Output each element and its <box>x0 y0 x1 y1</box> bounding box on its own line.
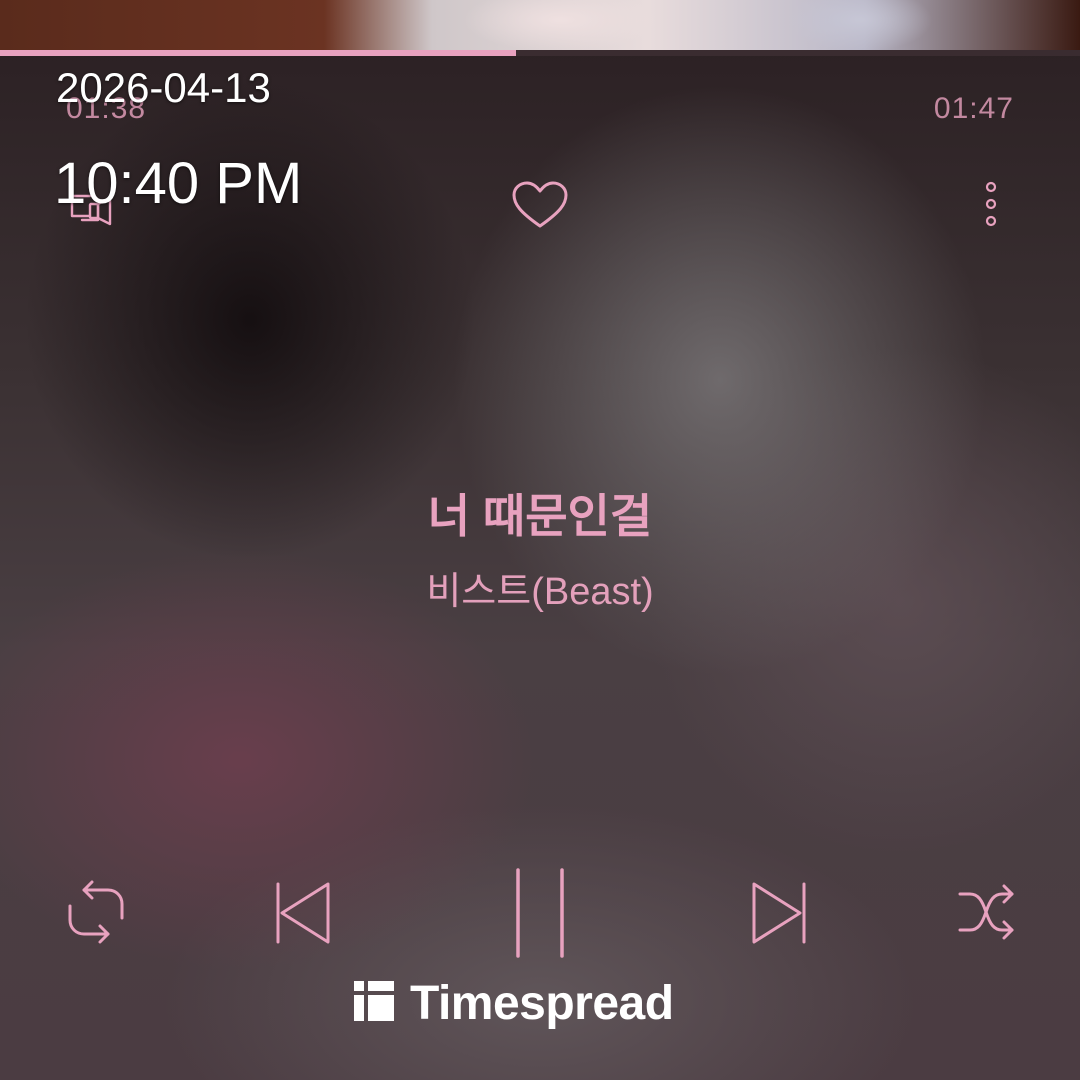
total-time: 01:47 <box>933 92 1014 125</box>
skip-next-icon[interactable] <box>746 880 810 951</box>
timespread-logo-icon <box>352 979 396 1028</box>
watermark: Timespread <box>352 976 674 1030</box>
shuffle-icon[interactable] <box>956 882 1018 947</box>
pause-icon[interactable] <box>510 866 570 965</box>
watermark-text: Timespread <box>410 976 674 1030</box>
music-player-screen: 01:38 01:47 2026-04-13 10:40 PM 너 때문인걸 비… <box>0 0 1080 1080</box>
overlay-date: 2026-04-13 <box>56 64 271 111</box>
artist-name: 비스트(Beast) <box>426 571 654 613</box>
progress-bar[interactable] <box>0 50 1080 56</box>
song-title: 너 때문인걸 <box>427 490 653 542</box>
overlay-time: 10:40 PM <box>54 151 303 216</box>
heart-icon[interactable] <box>510 180 570 232</box>
repeat-icon[interactable] <box>64 878 128 951</box>
skip-previous-icon[interactable] <box>272 880 336 951</box>
album-art <box>0 0 1080 50</box>
more-vertical-icon[interactable] <box>980 180 1002 230</box>
progress-fill <box>0 50 517 56</box>
